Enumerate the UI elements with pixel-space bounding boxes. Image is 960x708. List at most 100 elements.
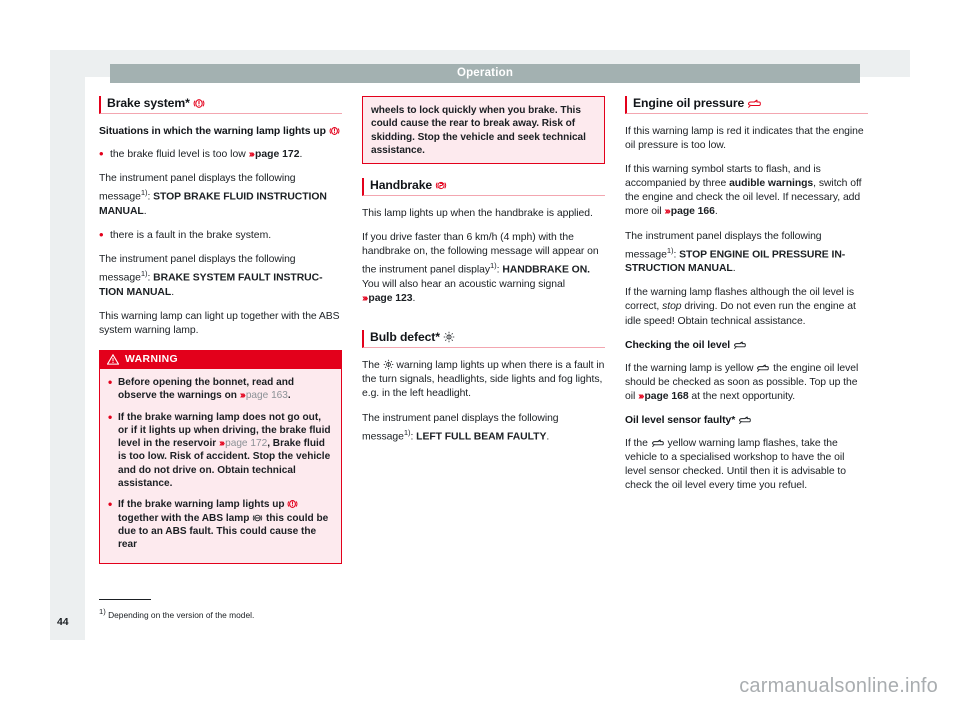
column-middle: wheels to lock quickly when you brake. T… [362,96,605,454]
warning-box-continued: wheels to lock quickly when you brake. T… [362,96,605,165]
paragraph-handbrake-applied: This lamp lights up when the handbrake i… [362,208,593,220]
emphasis-stop: stop [662,301,682,313]
paragraph-oil-flash-correct-level: If the warning lamp flashes although the… [625,286,868,328]
warning-text: If the brake warning lamp lights up [118,499,288,511]
paragraph-sensor-faulty: If the yellow warning lamp flashes, take… [625,437,868,493]
paragraph-tail: warning lamp lights up when there is a f… [362,360,605,400]
paragraph-bulb-message: The instrument panel displays the follow… [362,412,605,445]
oil-can-icon [733,340,747,351]
oil-can-icon [738,415,752,426]
list-item: the brake fluid level is too low ›››page… [99,147,342,162]
paragraph-oil-pressure-message: The instrument panel displays the follow… [625,230,868,277]
handbrake-p-icon [435,178,447,192]
xref-arrow-icon: ››› [362,293,369,305]
xref-page: page 123 [368,293,413,305]
paragraph-bulb-fault: The warning lamp lights up when there is… [362,359,605,401]
list-item: there is a fault in the brake system. [99,228,342,243]
xref-page: page 168 [644,390,689,402]
xref-page: page 163 [245,390,288,402]
watermark: carmanualsonline.info [739,675,938,697]
subheading-checking-oil-level: Checking the oil level [625,339,868,353]
brake-warning-icon [287,499,298,510]
xref-arrow-icon: ››› [638,390,645,402]
running-head: Operation [110,64,860,83]
cross-reference[interactable]: ››› page 172 [219,438,267,449]
oil-can-icon [747,96,762,110]
cross-reference[interactable]: ››› page 163 [240,390,288,401]
xref-arrow-icon: ››› [219,438,225,450]
section-heading-brake-system: Brake system* [99,96,342,114]
section-heading-label: Handbrake [370,178,433,193]
sentence-tail: . [171,286,175,298]
subheading-situations: Situations in which the warning lamp lig… [99,125,342,139]
sentence-tail: . [732,263,736,275]
paragraph-tail: at the next opportunity. [688,390,796,402]
bullet-tail: . [299,149,303,161]
subheading-label: Oil level sensor faulty* [625,414,736,426]
bullet-text: there is a fault in the brake system. [110,229,272,241]
column-left: Brake system* Situations in which the wa… [99,96,342,574]
warning-text-tail: . [287,390,291,402]
paragraph-brake-fluid-message: The instrument panel displays the follow… [99,172,342,219]
xref-page: page 166 [670,206,715,218]
footnote-marker: 1) [99,607,106,616]
warning-box-header: WARNING [100,350,341,369]
section-heading-handbrake: Handbrake [362,178,605,197]
section-heading-label: Bulb defect* [370,330,440,345]
abs-warning-icon [252,513,263,524]
footnote-text: Depending on the version of the model. [108,609,255,620]
section-heading-engine-oil-pressure: Engine oil pressure [625,96,868,114]
paragraph-brake-fault-message: The instrument panel displays the follow… [99,253,342,300]
sentence-tail: . [412,293,416,305]
sentence-tail: . [546,431,550,443]
xref-page: page 172 [225,438,268,450]
emphasis-audible-warnings: audible warnings [729,178,814,190]
cross-reference[interactable]: ››› page 172 [249,149,300,160]
footnote: 1) Depending on the version of the model… [99,606,519,621]
warning-box: WARNING Before opening the bonnet, read … [99,349,342,564]
warning-continued-text: wheels to lock quickly when you brake. T… [371,105,586,156]
xref-arrow-icon: ››› [239,390,246,402]
section-heading-label: Engine oil pressure [633,96,745,110]
paragraph-mid: You will also hear an acoustic warning s… [362,279,565,291]
xref-page: page 172 [255,149,300,161]
cross-reference[interactable]: ››› page 168 [638,390,689,402]
warning-label: WARNING [125,353,179,365]
warning-triangle-icon [107,353,119,365]
paragraph-handbrake-message: If you drive faster than 6 km/h (4 mph) … [362,231,605,306]
xref-arrow-icon: ››› [664,206,671,218]
warning-box-body: Before opening the bonnet, read and obse… [100,368,341,563]
paragraph-abs-together: This warning lamp can light up together … [99,310,340,336]
paragraph-lead: If the [625,438,651,450]
subheading-label: Checking the oil level [625,339,731,351]
cross-reference[interactable]: ››› page 166 [664,206,715,218]
paragraph-oil-pressure-low: If this warning lamp is red it indicates… [625,126,864,152]
paragraph-oil-level-yellow: If the warning lamp is yellow the engine… [625,362,868,404]
warning-text-mid: together with the ABS lamp [118,512,253,524]
paragraph-oil-flash-audible: If this warning symbol starts to flash, … [625,163,868,219]
warning-list-item: If the brake warning lamp does not go ou… [108,410,333,491]
section-heading-bulb-defect: Bulb defect* [362,330,605,349]
bullet-text: the brake fluid level is too low [110,149,246,161]
brake-warning-icon [329,126,340,137]
bulb-defect-icon [383,359,394,371]
oil-can-icon [756,363,770,374]
cross-reference[interactable]: ››› page 123 [362,293,413,305]
sentence-tail: . [714,206,718,218]
subheading-label: Situations in which the warning lamp lig… [99,126,326,137]
display-message-text: LEFT FULL BEAM FAULTY [416,431,547,443]
page-number: 44 [57,617,69,628]
oil-can-icon [651,438,665,449]
subheading-oil-level-sensor-faulty: Oil level sensor faulty* [625,414,868,428]
footnote-rule [99,599,151,600]
paragraph-lead: If the warning lamp is yellow [625,362,757,374]
footnote-marker: 1) [489,261,497,271]
display-message-text: HANDBRAKE ON. [502,264,590,276]
brake-warning-icon [193,96,205,110]
column-right: Engine oil pressure If this warning lamp… [625,96,868,503]
warning-list-item: If the brake warning lamp lights up toge… [108,497,333,551]
section-heading-label: Brake system* [107,96,190,110]
warning-list-item: Before opening the bonnet, read and obse… [108,375,333,403]
xref-arrow-icon: ››› [248,149,256,161]
sentence-tail: . [143,205,147,217]
